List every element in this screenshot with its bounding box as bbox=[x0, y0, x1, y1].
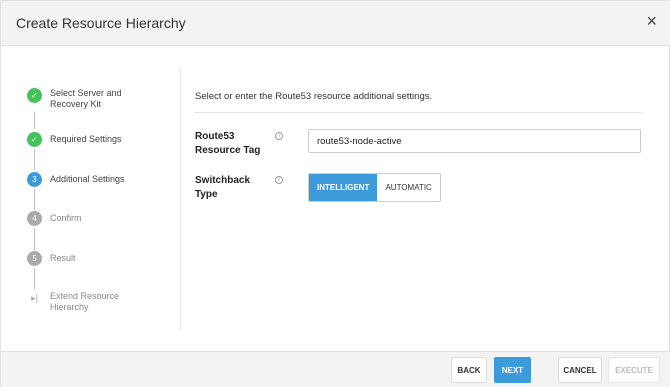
check-icon: ✓ bbox=[27, 132, 42, 147]
back-button[interactable]: BACK bbox=[451, 357, 487, 383]
resource-tag-label: Route53 Resource Tag bbox=[195, 130, 260, 158]
step-label: Confirm bbox=[50, 213, 82, 223]
execute-button: EXECUTE bbox=[608, 357, 660, 383]
step-label-line: Extend Resource bbox=[50, 291, 120, 301]
automatic-option[interactable]: AUTOMATIC bbox=[377, 174, 440, 201]
step-label: Result bbox=[50, 253, 76, 263]
step-connector bbox=[34, 268, 35, 289]
step-connector bbox=[34, 112, 35, 129]
intro-text: Select or enter the Route53 resource add… bbox=[195, 91, 433, 102]
label-line: Route53 bbox=[195, 131, 235, 142]
dialog-footer: BACK NEXT CANCEL EXECUTE bbox=[1, 351, 670, 387]
cancel-button[interactable]: CANCEL bbox=[558, 357, 602, 383]
info-icon[interactable]: i bbox=[275, 132, 283, 140]
step-extend-resource-hierarchy: ▸| Extend Resource Hierarchy bbox=[27, 291, 119, 313]
step-number-icon: 3 bbox=[27, 172, 42, 187]
step-result: 5 Result bbox=[27, 251, 76, 266]
resource-tag-input[interactable] bbox=[308, 129, 641, 153]
switchback-type-label: Switchback Type bbox=[195, 174, 250, 202]
extend-icon: ▸| bbox=[31, 293, 38, 303]
step-label: Additional Settings bbox=[50, 174, 125, 184]
step-connector bbox=[34, 149, 35, 170]
step-connector bbox=[34, 189, 35, 210]
step-label: Select Server and Recovery Kit bbox=[50, 88, 122, 110]
step-number-icon: 5 bbox=[27, 251, 42, 266]
intelligent-option[interactable]: INTELLIGENT bbox=[309, 174, 378, 201]
dialog-header: Create Resource Hierarchy × bbox=[1, 1, 670, 46]
step-number-icon: 4 bbox=[27, 211, 42, 226]
step-confirm: 4 Confirm bbox=[27, 211, 82, 226]
step-label: Required Settings bbox=[50, 134, 122, 144]
check-icon: ✓ bbox=[27, 88, 42, 103]
step-connector bbox=[34, 228, 35, 250]
label-line: Type bbox=[195, 189, 218, 200]
divider bbox=[195, 112, 641, 113]
next-button[interactable]: NEXT bbox=[494, 357, 531, 383]
step-required-settings: ✓ Required Settings bbox=[27, 132, 122, 147]
switchback-type-toggle: INTELLIGENT AUTOMATIC bbox=[308, 173, 441, 202]
step-label: Extend Resource Hierarchy bbox=[50, 291, 119, 313]
step-label-line: Select Server and bbox=[50, 88, 122, 98]
step-select-server: ✓ Select Server and Recovery Kit bbox=[27, 88, 122, 110]
step-label-line: Recovery Kit bbox=[50, 99, 102, 109]
close-icon[interactable]: × bbox=[646, 11, 657, 31]
wizard-steps-sidebar: ✓ Select Server and Recovery Kit ✓ Requi… bbox=[1, 68, 181, 330]
step-label-line: Hierarchy bbox=[50, 302, 89, 312]
step-additional-settings: 3 Additional Settings bbox=[27, 172, 125, 187]
label-line: Switchback bbox=[195, 175, 251, 186]
label-line: Resource Tag bbox=[195, 145, 261, 156]
dialog-title: Create Resource Hierarchy bbox=[16, 15, 186, 31]
create-resource-hierarchy-dialog: Create Resource Hierarchy × ✓ Select Ser… bbox=[0, 0, 670, 387]
info-icon[interactable]: i bbox=[275, 176, 283, 184]
